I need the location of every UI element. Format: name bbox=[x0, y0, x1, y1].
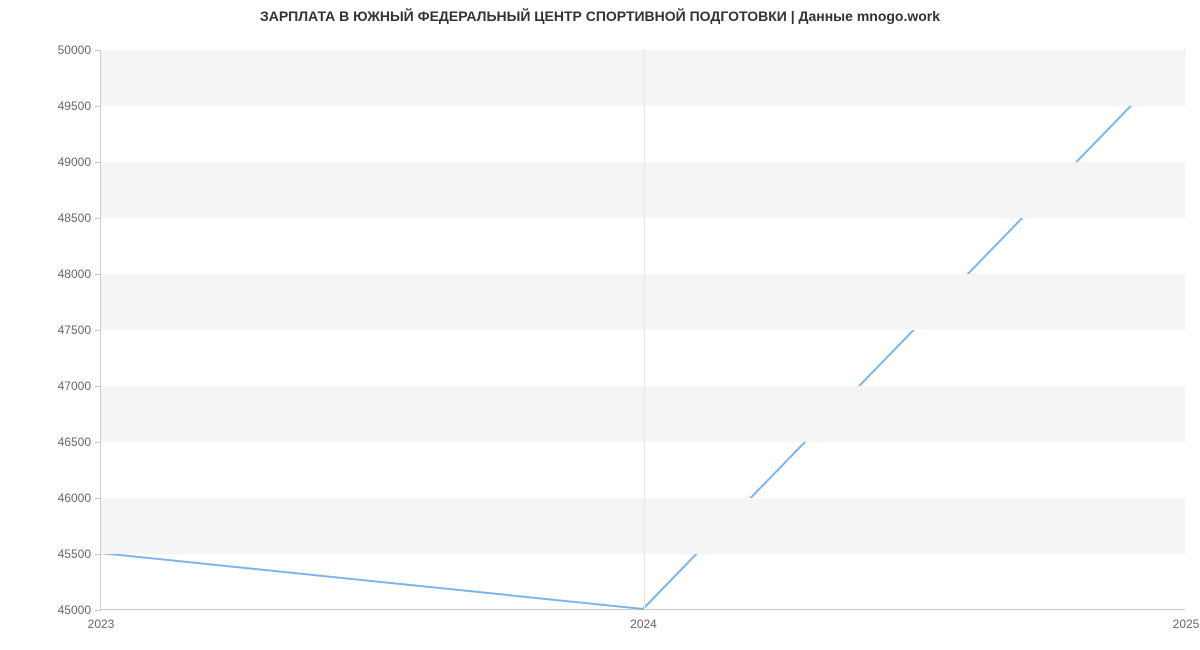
y-axis-label: 49000 bbox=[58, 155, 101, 169]
y-axis-label: 47500 bbox=[58, 323, 101, 337]
y-axis-label: 46000 bbox=[58, 491, 101, 505]
salary-chart: ЗАРПЛАТА В ЮЖНЫЙ ФЕДЕРАЛЬНЫЙ ЦЕНТР СПОРТ… bbox=[0, 0, 1200, 650]
y-axis-label: 49500 bbox=[58, 99, 101, 113]
x-axis-label: 2024 bbox=[630, 609, 657, 631]
x-axis-label: 2025 bbox=[1173, 609, 1200, 631]
plot-area: 4500045500460004650047000475004800048500… bbox=[100, 50, 1185, 610]
y-axis-label: 48500 bbox=[58, 211, 101, 225]
x-gridline bbox=[644, 50, 645, 609]
y-axis-label: 50000 bbox=[58, 43, 101, 57]
y-axis-label: 48000 bbox=[58, 267, 101, 281]
x-axis-label: 2023 bbox=[88, 609, 115, 631]
y-axis-label: 47000 bbox=[58, 379, 101, 393]
y-axis-label: 45500 bbox=[58, 547, 101, 561]
y-axis-label: 46500 bbox=[58, 435, 101, 449]
chart-title: ЗАРПЛАТА В ЮЖНЫЙ ФЕДЕРАЛЬНЫЙ ЦЕНТР СПОРТ… bbox=[0, 8, 1200, 24]
